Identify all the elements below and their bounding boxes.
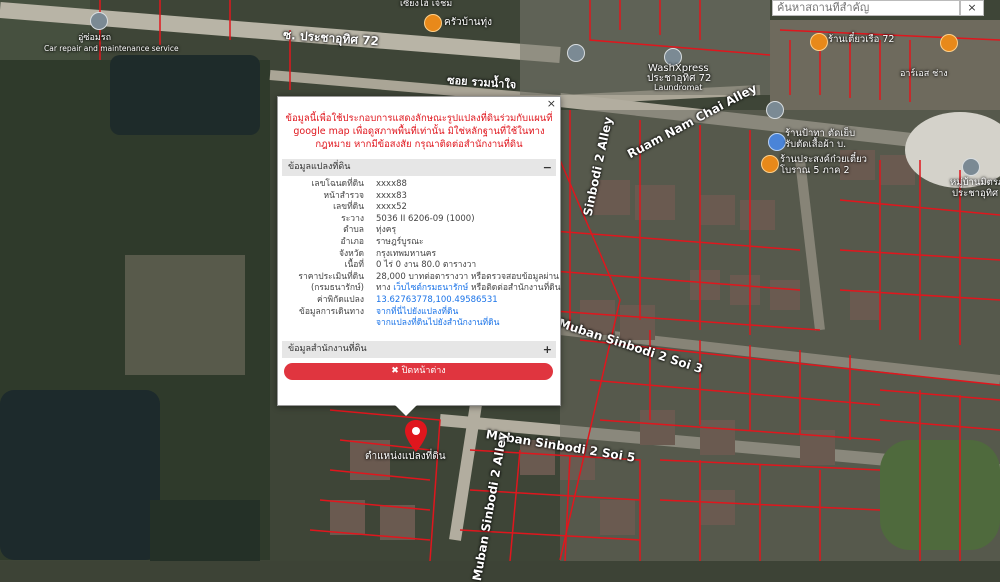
directions-to-parcel-link[interactable]: จากที่นี่ไปยังแปลงที่ดิน bbox=[376, 307, 458, 317]
treasury-website-link[interactable]: เว็บไซต์กรมธนารักษ์ bbox=[393, 283, 468, 293]
village-icon[interactable] bbox=[962, 158, 980, 176]
poi-right-1: ร้านป้าทา ตัดเย็บ bbox=[785, 128, 856, 139]
poi-top-right-2: อาร์เอส ช่าง bbox=[900, 69, 948, 79]
poi-car-repair-th: อู่ซ่อมรถ bbox=[78, 33, 112, 43]
row-appraisal-price: ราคาประเมินที่ดิน 28,000 บาทต่อตารางวา หร… bbox=[298, 271, 559, 282]
expand-icon[interactable]: + bbox=[543, 341, 552, 358]
office-section-header[interactable]: ข้อมูลสำนักงานที่ดิน + bbox=[282, 341, 556, 358]
pin-icon[interactable] bbox=[567, 44, 585, 62]
poi-village-1: หมู่บ้านมิตรภาพ bbox=[950, 177, 1000, 188]
parcel-info-popup: × ข้อมูลนี้เพื่อใช้ประกอบการแสดงลักษณะรู… bbox=[277, 96, 561, 416]
food-icon-2[interactable] bbox=[940, 34, 958, 52]
car-repair-icon[interactable] bbox=[90, 12, 108, 30]
parcel-section-header[interactable]: ข้อมูลแปลงที่ดิน − bbox=[282, 159, 556, 176]
poi-car-repair-en: Car repair and maintenance service bbox=[44, 44, 179, 53]
row-subdistrict: ตำบล ทุ่งครุ bbox=[343, 225, 397, 236]
parcel-details: เลขโฉนดที่ดิน xxxx88 หน้าสำรวจ xxxx83 เลขท… bbox=[282, 179, 561, 330]
tailor-icon[interactable] bbox=[768, 133, 786, 151]
parcel-marker-icon[interactable] bbox=[405, 420, 427, 452]
row-coordinates: ค่าพิกัดแปลง 13.62763778,100.49586531 bbox=[317, 294, 498, 305]
row-deed-number: เลขโฉนดที่ดิน xxxx88 bbox=[311, 179, 407, 189]
parcel-marker-label: ตำแหน่งแปลงที่ดิน bbox=[365, 451, 446, 462]
poi-restaurant: ครัวบ้านทุ่ง bbox=[444, 17, 492, 28]
directions-to-office-link[interactable]: จากแปลงที่ดินไปยังสำนักงานที่ดิน bbox=[376, 318, 499, 328]
poi-top-right-1: ร้านเตี๋ยวเรือ 72 bbox=[828, 34, 895, 45]
search-clear-button[interactable]: × bbox=[960, 0, 984, 16]
search-input[interactable] bbox=[772, 0, 960, 16]
row-area: เนื้อที่ 0 ไร่ 0 งาน 80.0 ตารางวา bbox=[344, 260, 477, 271]
popup-close-icon[interactable]: × bbox=[547, 97, 556, 110]
poi-top-center: เซี่ยงไฮ้ เจ้ชม bbox=[400, 0, 453, 9]
row-directions-office: จากแปลงที่ดินไปยังสำนักงานที่ดิน bbox=[282, 318, 556, 330]
row-map-sheet: ระวาง 5036 II 6206-09 (1000) bbox=[341, 213, 475, 224]
poi-right-2: รับตัดเสื้อผ้า บ. bbox=[785, 139, 847, 150]
noodle-shop-icon[interactable] bbox=[761, 155, 779, 173]
office-section-title: ข้อมูลสำนักงานที่ดิน bbox=[288, 344, 367, 354]
close-window-button[interactable]: ✖ ปิดหน้าต่าง bbox=[284, 363, 553, 380]
parcel-section-title: ข้อมูลแปลงที่ดิน bbox=[288, 162, 351, 172]
collapse-icon[interactable]: − bbox=[543, 159, 552, 176]
poi-right-4: โบราณ 5 ภาค 2 bbox=[780, 165, 850, 176]
food-icon[interactable] bbox=[810, 33, 828, 51]
poi-right-3: ร้านประสงค์ก๋วยเตี๋ยว bbox=[780, 154, 867, 165]
row-directions: ข้อมูลการเดินทาง จากที่นี่ไปยังแปลงที่ดิน bbox=[299, 306, 459, 317]
row-land-number: เลขที่ดิน xxxx52 bbox=[333, 202, 407, 213]
restaurant-icon[interactable] bbox=[424, 14, 442, 32]
disclaimer-text: ข้อมูลนี้เพื่อใช้ประกอบการแสดงลักษณะรูปแ… bbox=[285, 113, 553, 150]
shop-icon[interactable] bbox=[766, 101, 784, 119]
poi-village-2: ประชาอุทิศ bbox=[952, 188, 999, 199]
coordinates-link[interactable]: 13.62763778,100.49586531 bbox=[376, 295, 498, 305]
row-province: จังหวัด กรุงเทพมหานคร bbox=[338, 248, 437, 259]
poi-washxpress-type: Laundromat bbox=[654, 83, 703, 92]
row-survey-page: หน้าสำรวจ xxxx83 bbox=[323, 190, 407, 201]
row-district: อำเภอ ราษฎร์บูรณะ bbox=[340, 236, 424, 247]
row-treasury: (กรมธนารักษ์) ทาง เว็บไซต์กรมธนารักษ์ หรื… bbox=[310, 283, 561, 294]
